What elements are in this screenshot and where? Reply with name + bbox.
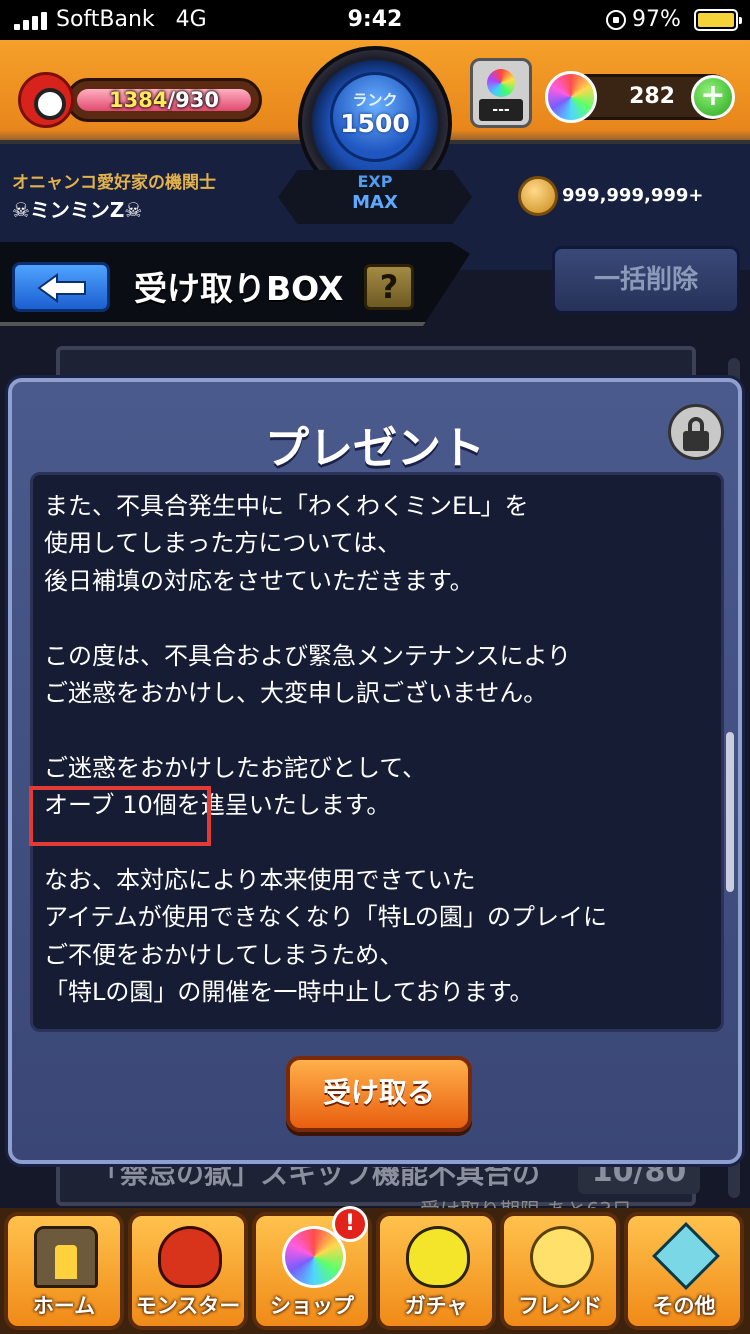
back-button[interactable] [12,262,110,312]
page-title: 受け取りBOX [134,269,344,308]
player-name: ☠ミンミンZ☠ [12,198,143,222]
modal-title: プレゼント [265,423,485,474]
message-text: また、不具合発生中に「わくわくミンEL」を 使用してしまった方については、 後日… [44,492,607,1007]
stamina-current: 1384 [109,88,168,112]
item-slot-button[interactable]: --- [470,58,532,128]
stamina-max: /930 [167,88,219,112]
bulk-delete-button[interactable]: 一括削除 [552,246,740,314]
exp-value: MAX [352,192,398,213]
friend-icon [530,1226,594,1288]
nav-label-monster: モンスター [135,1294,241,1318]
orb-count: 282 [629,84,675,109]
status-bar: SoftBank 4G 9:42 97% [0,0,750,40]
home-icon [34,1226,98,1288]
help-button[interactable]: ? [364,264,414,310]
battery-percent: 97% [632,7,681,32]
nav-tab-home[interactable]: ホーム [4,1212,124,1330]
lock-icon[interactable] [668,404,724,460]
shop-alert-badge: ! [332,1206,368,1242]
nav-label-friend: フレンド [518,1294,602,1318]
nav-tab-other[interactable]: その他 [624,1212,744,1330]
rank-value: 1500 [340,109,410,138]
nav-tab-monster[interactable]: モンスター [128,1212,248,1330]
rotation-lock-icon [606,10,626,30]
stamina-bar[interactable]: 1384/930 [66,78,262,122]
exp-plate: EXP MAX [278,170,472,224]
present-modal: プレゼント また、不具合発生中に「わくわくミンEL」を 使用してしまった方につい… [8,378,742,1164]
gacha-egg-icon [406,1226,470,1288]
nav-label-gacha: ガチャ [404,1294,468,1318]
rank-label: ランク [352,91,398,109]
booster-icon [487,69,515,97]
receive-button[interactable]: 受け取る [286,1056,472,1132]
nav-label-home: ホーム [32,1294,96,1318]
stamina-badge-icon [18,72,74,128]
question-icon [652,1222,720,1290]
buy-orb-button[interactable]: + [691,75,735,119]
battery-icon [694,9,742,31]
exp-label: EXP [357,172,393,191]
coin-value: 999,999,999+ [562,185,704,206]
item-slot-text: --- [479,99,523,121]
nav-label-shop: ショップ [270,1294,354,1318]
message-scrollbar[interactable] [726,732,734,892]
highlight-annotation [29,786,211,846]
nav-label-other: その他 [652,1294,716,1318]
coin-icon [518,176,558,216]
back-arrow-icon [37,273,86,303]
nav-tab-friend[interactable]: フレンド [500,1212,620,1330]
orb-counter: 282 + [545,71,735,123]
monster-icon [158,1226,222,1288]
orb-icon [545,71,597,123]
player-title: オニャンコ愛好家の機関士 [12,173,216,193]
nav-tab-gacha[interactable]: ガチャ [376,1212,496,1330]
